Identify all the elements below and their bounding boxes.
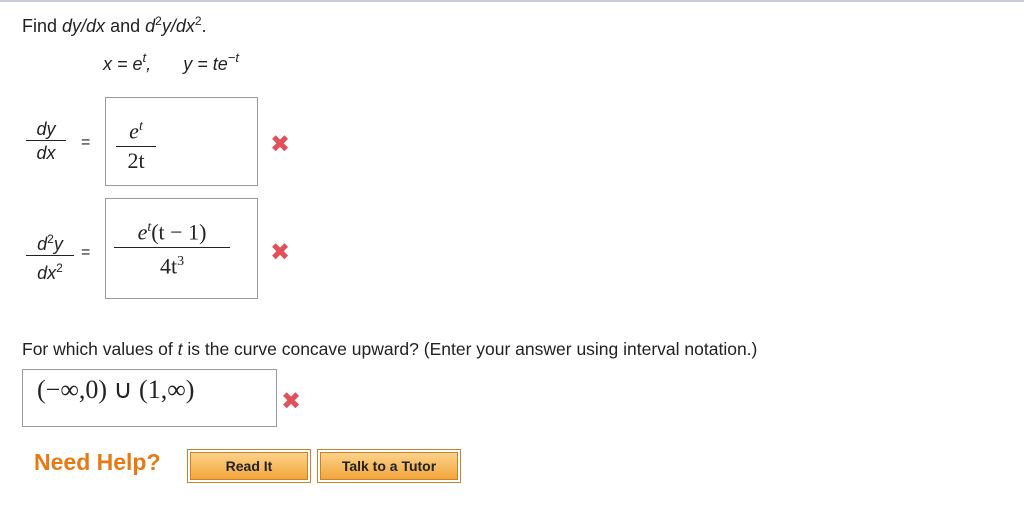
- d2ydx2-label-den: dx2: [26, 256, 74, 285]
- prompt-dydx: dy/dx: [62, 16, 106, 36]
- prompt-ydx: y/dx: [161, 16, 195, 36]
- d2ydx2-answer-expression: et(t − 1) 4t3: [114, 215, 230, 281]
- prompt-d: d: [145, 16, 156, 36]
- d2ydx2-answer-field[interactable]: et(t − 1) 4t3: [105, 198, 258, 299]
- dydx-answer-field[interactable]: et 2t: [105, 97, 258, 186]
- label-sup: 2: [56, 261, 63, 275]
- eq-x: x = e: [103, 54, 143, 74]
- d2ydx2-label: d2y dx2: [26, 228, 74, 285]
- answer-den-exponent: 3: [177, 254, 185, 270]
- label-y: y: [53, 234, 63, 254]
- answer-base: e: [129, 118, 139, 144]
- dydx-answer-expression: et 2t: [116, 114, 156, 175]
- d2ydx2-answer-den: 4t3: [114, 248, 230, 280]
- prompt-sup: 2: [194, 14, 202, 28]
- equals-sign: =: [81, 134, 91, 151]
- d2ydx2-label-num: d2y: [26, 228, 74, 256]
- top-divider: [0, 0, 1024, 2]
- prompt-sup: 2: [155, 14, 162, 28]
- eq-x-exponent: t: [142, 50, 147, 65]
- dydx-label-den: dx: [36, 143, 56, 163]
- parametric-equations: x = et, y = te−t: [103, 50, 239, 75]
- x-icon: ✖: [270, 130, 291, 158]
- equals-sign: =: [81, 244, 91, 261]
- read-it-button[interactable]: Read It: [188, 450, 310, 482]
- need-help-label: Need Help?: [34, 449, 161, 475]
- interval-answer-value: (−∞,0) ∪ (1,∞): [37, 375, 195, 404]
- answer-base: e: [137, 219, 148, 245]
- prompt-period: .: [201, 16, 207, 36]
- d2ydx2-answer-num: et(t − 1): [114, 215, 230, 249]
- dydx-answer-num: et: [116, 114, 156, 148]
- question-text: is the curve concave upward? (Enter your…: [182, 339, 758, 359]
- concavity-question: For which values of t is the curve conca…: [22, 339, 757, 360]
- question-text: For which values of: [22, 339, 178, 359]
- prompt-text: Find: [22, 16, 63, 36]
- eq-y-exponent: −t: [227, 50, 239, 65]
- answer-factor: (t − 1): [151, 219, 207, 245]
- problem-prompt: Find dy/dx and d2y/dx2.: [22, 14, 207, 37]
- prompt-and: and: [105, 16, 146, 36]
- dydx-label-num: dy: [26, 118, 66, 141]
- talk-to-tutor-button[interactable]: Talk to a Tutor: [318, 450, 460, 482]
- dydx-label: dy dx: [26, 118, 66, 165]
- eq-separator: ,: [146, 54, 152, 74]
- interval-answer-field[interactable]: (−∞,0) ∪ (1,∞): [22, 369, 277, 427]
- dydx-answer-den: 2t: [127, 148, 145, 174]
- label-d: d: [37, 234, 48, 254]
- answer-den-base: 4t: [159, 253, 178, 279]
- x-icon: ✖: [270, 238, 291, 266]
- label-dx: dx: [37, 263, 57, 283]
- x-icon: ✖: [281, 387, 302, 415]
- label-sup: 2: [47, 232, 54, 246]
- eq-y: y = te: [183, 54, 228, 74]
- answer-exponent: t: [138, 119, 143, 134]
